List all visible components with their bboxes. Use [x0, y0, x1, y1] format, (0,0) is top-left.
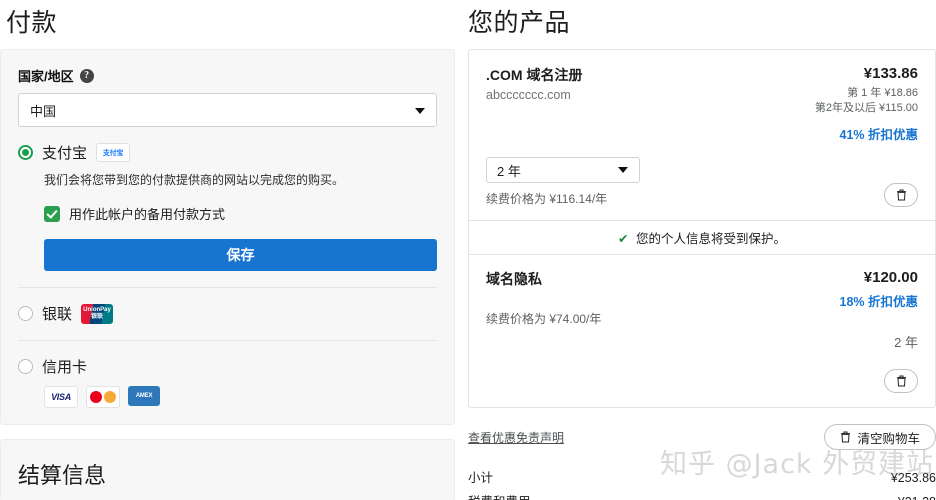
clear-cart-label: 清空购物车: [857, 428, 920, 447]
cart-item-price-year1: 第 1 年 ¥18.86: [815, 86, 918, 101]
backup-payment-label: 用作此帐户的备用付款方式: [69, 204, 225, 223]
alipay-logo: 支付宝: [96, 143, 130, 162]
cart-actions: 查看优惠免责声明 清空购物车: [468, 424, 936, 450]
total-row-taxes: 税费和费用 ¥21.28: [468, 491, 936, 500]
country-label: 国家/地区 ?: [18, 66, 437, 85]
chevron-down-icon: [415, 108, 425, 114]
payment-column: 付款 国家/地区 ? 中国 支付宝 支付宝: [0, 0, 455, 500]
page-title-payment: 付款: [0, 0, 455, 40]
help-icon[interactable]: ?: [80, 69, 94, 83]
save-button-wrap: 保存: [18, 239, 437, 271]
cart-item-discount-badge: 41% 折扣优惠: [815, 124, 918, 143]
delete-item-button-domain[interactable]: [884, 183, 918, 207]
trash-icon: [896, 189, 907, 201]
mastercard-left-circle: [90, 391, 102, 403]
alipay-logo-text: 支付宝: [103, 148, 123, 158]
amex-logo-text: AMEX: [136, 393, 153, 399]
cart-item-title: 域名隐私: [486, 269, 601, 289]
unionpay-logo-text-top: UnionPay: [83, 307, 111, 314]
payment-method-label-unionpay: 银联: [42, 303, 72, 324]
offer-disclaimer-link[interactable]: 查看优惠免责声明: [468, 429, 564, 446]
country-select[interactable]: 中国: [18, 93, 437, 127]
cart-item-term-text: 2 年: [840, 332, 919, 351]
cart-item-term-left: 2 年 续费价格为 ¥116.14/年: [486, 157, 640, 207]
country-label-text: 国家/地区: [18, 66, 74, 85]
privacy-protection-text: 您的个人信息将受到保护。: [636, 232, 786, 246]
backup-payment-checkbox-row[interactable]: 用作此帐户的备用付款方式: [18, 189, 437, 223]
cart-item-domain-privacy: 域名隐私 续费价格为 ¥74.00/年 ¥120.00 18% 折扣优惠 2 年: [469, 255, 935, 407]
chevron-down-icon: [618, 167, 628, 173]
cart-item-domain-name: abccccccc.com: [486, 88, 582, 102]
clear-cart-button[interactable]: 清空购物车: [824, 424, 936, 450]
payment-method-alipay[interactable]: 支付宝 支付宝: [18, 127, 437, 163]
payment-panel: 国家/地区 ? 中国 支付宝 支付宝 我们会将您带到您的付款提供商的网站以完成您…: [0, 49, 455, 425]
country-select-value: 中国: [30, 101, 56, 120]
term-select-domain[interactable]: 2 年: [486, 157, 640, 183]
cart-item-pricing: ¥120.00 18% 折扣优惠 2 年: [840, 269, 919, 393]
total-label-subtotal: 小计: [468, 467, 493, 486]
unionpay-logo: UnionPay 银联: [81, 304, 113, 324]
cart-item-renewal-note: 续费价格为 ¥74.00/年: [486, 310, 601, 327]
cart-item-renewal-note: 续费价格为 ¥116.14/年: [486, 190, 640, 207]
checkout-page: 付款 国家/地区 ? 中国 支付宝 支付宝: [0, 0, 936, 500]
radio-creditcard[interactable]: [18, 359, 33, 374]
delete-item-wrap: [840, 369, 919, 393]
cart-item-domain-registration: .COM 域名注册 abccccccc.com ¥133.86 第 1 年 ¥1…: [469, 50, 935, 220]
billing-heading: 结算信息: [1, 440, 454, 490]
cart-item-header: 域名隐私 续费价格为 ¥74.00/年 ¥120.00 18% 折扣优惠 2 年: [486, 269, 918, 393]
radio-alipay[interactable]: [18, 145, 33, 160]
total-row-subtotal: 小计 ¥253.86: [468, 467, 936, 486]
mastercard-icon: [86, 386, 120, 408]
card-brand-logos: VISA AMEX: [18, 377, 437, 410]
trash-icon: [896, 375, 907, 387]
cart-item-info: 域名隐私 续费价格为 ¥74.00/年: [486, 269, 601, 327]
delete-item-button-privacy[interactable]: [884, 369, 918, 393]
cart-item-header: .COM 域名注册 abccccccc.com ¥133.86 第 1 年 ¥1…: [486, 65, 918, 143]
cart-item-title: .COM 域名注册: [486, 65, 582, 85]
check-icon: ✔: [618, 232, 628, 246]
total-label-taxes[interactable]: 税费和费用: [468, 491, 531, 500]
cart-item-term-row: 2 年 续费价格为 ¥116.14/年: [486, 157, 918, 207]
term-select-value: 2 年: [497, 161, 521, 180]
payment-method-label-alipay: 支付宝: [42, 142, 87, 163]
products-column: 您的产品 .COM 域名注册 abccccccc.com ¥133.86 第 1…: [468, 0, 936, 500]
mastercard-right-circle: [104, 391, 116, 403]
visa-icon: VISA: [44, 386, 78, 408]
radio-unionpay[interactable]: [18, 306, 33, 321]
cart-item-price: ¥120.00: [840, 269, 919, 286]
unionpay-logo-text-bottom: 银联: [91, 314, 103, 321]
cart-item-discount-badge: 18% 折扣优惠: [840, 291, 919, 310]
alipay-description: 我们会将您带到您的付款提供商的网站以完成您的购买。: [18, 163, 437, 189]
visa-logo-text: VISA: [51, 392, 71, 402]
save-button[interactable]: 保存: [44, 239, 437, 271]
backup-payment-checkbox[interactable]: [44, 206, 60, 222]
page-title-products: 您的产品: [468, 0, 936, 40]
privacy-protection-banner: ✔ 您的个人信息将受到保护。: [469, 220, 935, 255]
cart-item-info: .COM 域名注册 abccccccc.com: [486, 65, 582, 102]
cart-item-price-year2plus: 第2年及以后 ¥115.00: [815, 101, 918, 116]
trash-icon: [840, 431, 851, 443]
total-value-subtotal: ¥253.86: [891, 471, 936, 485]
billing-panel: 结算信息: [0, 439, 455, 500]
payment-method-creditcard[interactable]: 信用卡: [18, 341, 437, 377]
total-value-taxes: ¥21.28: [898, 495, 936, 500]
order-totals: 小计 ¥253.86 税费和费用 ¥21.28 是否有促销码？: [468, 467, 936, 500]
cart-item-pricing: ¥133.86 第 1 年 ¥18.86 第2年及以后 ¥115.00 41% …: [815, 65, 918, 143]
cart-item-price: ¥133.86: [815, 65, 918, 82]
payment-method-label-creditcard: 信用卡: [42, 356, 87, 377]
amex-icon: AMEX: [128, 386, 160, 406]
payment-method-unionpay[interactable]: 银联 UnionPay 银联: [18, 288, 437, 324]
cart-card: .COM 域名注册 abccccccc.com ¥133.86 第 1 年 ¥1…: [468, 49, 936, 408]
